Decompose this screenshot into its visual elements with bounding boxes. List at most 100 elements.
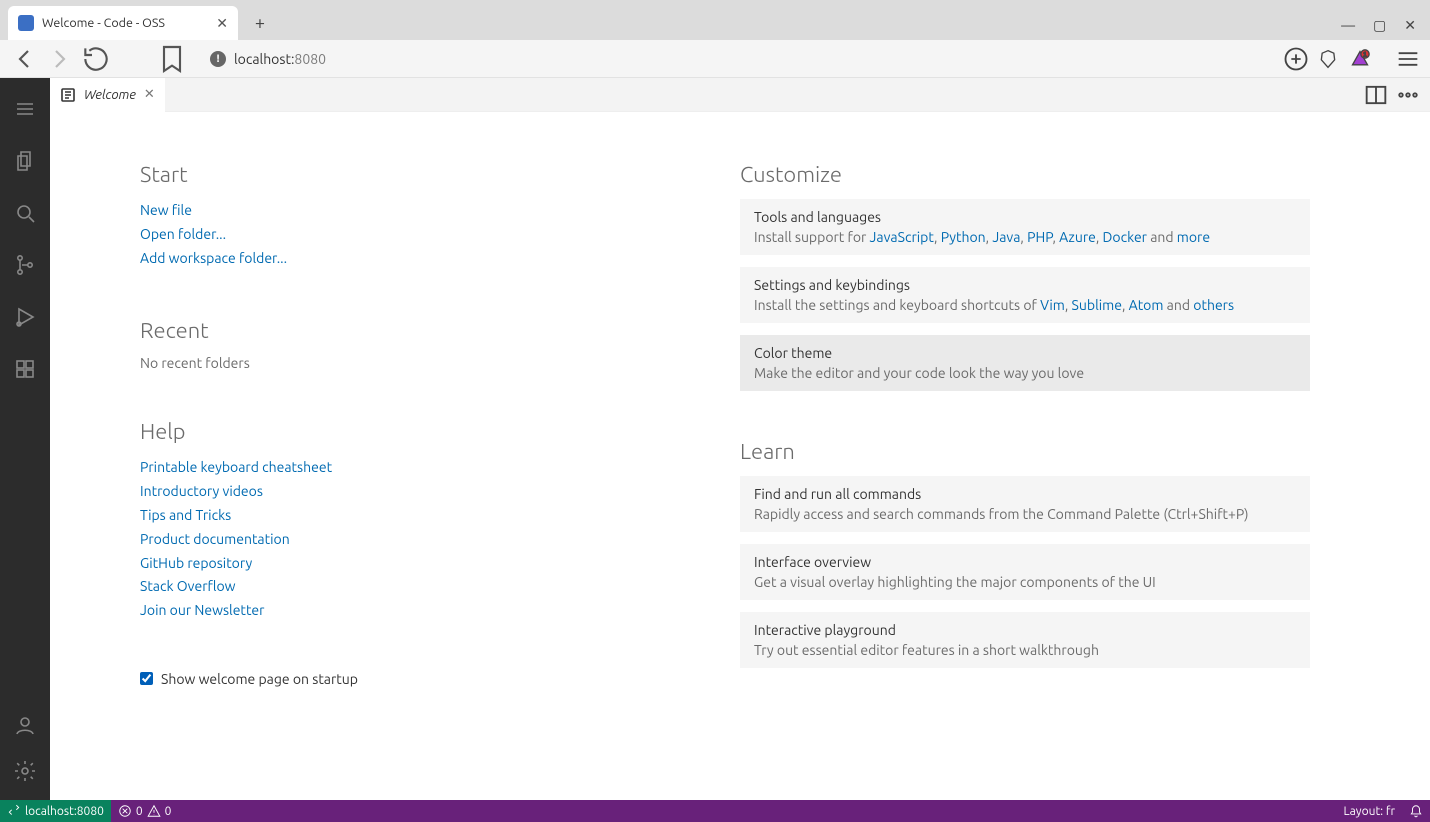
color-theme-card[interactable]: Color theme Make the editor and your cod… <box>740 335 1310 391</box>
show-welcome-checkbox[interactable] <box>140 672 153 685</box>
browser-tab[interactable]: Welcome - Code - OSS ✕ <box>8 6 238 40</box>
activity-bar-bottom <box>0 702 50 800</box>
theme-title: Color theme <box>754 345 1296 361</box>
remote-label: localhost:8080 <box>25 805 104 818</box>
search-icon[interactable] <box>0 190 50 236</box>
editor-tabbar: Welcome ✕ <box>50 78 1430 112</box>
new-file-link[interactable]: New file <box>140 199 660 223</box>
welcome-tab-icon <box>60 87 76 103</box>
favicon-icon <box>18 15 34 31</box>
help-link-stackoverflow[interactable]: Stack Overflow <box>140 575 660 599</box>
browser-tab-title: Welcome - Code - OSS <box>42 16 165 30</box>
help-link-videos[interactable]: Introductory videos <box>140 480 660 504</box>
lang-php[interactable]: PHP <box>1027 229 1052 245</box>
status-bar: localhost:8080 0 0 Layout: fr <box>0 800 1430 822</box>
problems-indicator[interactable]: 0 0 <box>111 804 179 818</box>
show-welcome-startup[interactable]: Show welcome page on startup <box>140 671 660 687</box>
warnings-count: 0 <box>165 805 172 818</box>
help-heading: Help <box>140 419 660 444</box>
minimize-icon[interactable]: — <box>1341 17 1355 34</box>
overview-title: Interface overview <box>754 554 1296 570</box>
browser-menu-button[interactable] <box>1394 45 1422 73</box>
run-debug-icon[interactable] <box>0 294 50 340</box>
playground-desc: Try out essential editor features in a s… <box>754 642 1296 658</box>
tools-title: Tools and languages <box>754 209 1296 225</box>
remote-indicator[interactable]: localhost:8080 <box>0 800 111 822</box>
recent-section: Recent No recent folders <box>140 318 660 371</box>
theme-desc: Make the editor and your code look the w… <box>754 365 1296 381</box>
source-control-icon[interactable] <box>0 242 50 288</box>
accounts-icon[interactable] <box>0 702 50 748</box>
app-menu-button[interactable] <box>0 86 50 132</box>
help-link-docs[interactable]: Product documentation <box>140 528 660 552</box>
browser-toolbar: ! localhost:8080 1 <box>0 40 1430 78</box>
lang-docker[interactable]: Docker <box>1103 229 1147 245</box>
interface-overview-card[interactable]: Interface overview Get a visual overlay … <box>740 544 1310 600</box>
find-commands-card[interactable]: Find and run all commands Rapidly access… <box>740 476 1310 532</box>
settings-title: Settings and keybindings <box>754 277 1296 293</box>
cmd-desc: Rapidly access and search commands from … <box>754 506 1296 522</box>
bookmark-button[interactable] <box>156 43 188 75</box>
start-section: Start New file Open folder... Add worksp… <box>140 162 660 270</box>
address-bar[interactable]: ! localhost:8080 <box>202 44 1268 74</box>
brave-rewards-icon[interactable]: 1 <box>1346 45 1374 73</box>
help-link-newsletter[interactable]: Join our Newsletter <box>140 599 660 623</box>
address-port: 8080 <box>294 51 326 67</box>
playground-title: Interactive playground <box>754 622 1296 638</box>
overview-desc: Get a visual overlay highlighting the ma… <box>754 574 1296 590</box>
tools-languages-card[interactable]: Tools and languages Install support for … <box>740 199 1310 255</box>
help-link-github[interactable]: GitHub repository <box>140 552 660 576</box>
back-button[interactable] <box>8 43 40 75</box>
extensions-icon[interactable] <box>0 346 50 392</box>
activity-bar <box>0 78 50 800</box>
editor-tab-close-icon[interactable]: ✕ <box>144 87 155 102</box>
forward-button[interactable] <box>44 43 76 75</box>
welcome-page: Start New file Open folder... Add worksp… <box>50 112 1430 800</box>
editor-tab-label: Welcome <box>84 88 136 102</box>
keymap-vim[interactable]: Vim <box>1040 297 1065 313</box>
lang-java[interactable]: Java <box>992 229 1020 245</box>
lang-azure[interactable]: Azure <box>1059 229 1096 245</box>
settings-gear-icon[interactable] <box>0 748 50 794</box>
address-host: localhost: <box>234 51 294 67</box>
reload-button[interactable] <box>80 43 112 75</box>
customize-heading: Customize <box>740 162 1310 187</box>
learn-section: Learn Find and run all commands Rapidly … <box>740 439 1310 668</box>
customize-section: Customize Tools and languages Install su… <box>740 162 1310 391</box>
close-window-icon[interactable]: ✕ <box>1404 17 1416 34</box>
recent-empty: No recent folders <box>140 355 660 371</box>
settings-desc: Install the settings and keyboard shortc… <box>754 297 1296 313</box>
editor-area: Welcome ✕ Start New file Open folder... … <box>50 78 1430 800</box>
maximize-icon[interactable]: ▢ <box>1373 17 1386 34</box>
open-folder-link[interactable]: Open folder... <box>140 223 660 247</box>
errors-count: 0 <box>136 805 143 818</box>
keymap-atom[interactable]: Atom <box>1129 297 1164 313</box>
explorer-icon[interactable] <box>0 138 50 184</box>
split-editor-icon[interactable] <box>1362 81 1390 109</box>
svg-text:1: 1 <box>1363 51 1367 58</box>
window-controls: — ▢ ✕ <box>1341 17 1430 40</box>
settings-keybindings-card[interactable]: Settings and keybindings Install the set… <box>740 267 1310 323</box>
help-link-cheatsheet[interactable]: Printable keyboard cheatsheet <box>140 456 660 480</box>
site-info-icon[interactable]: ! <box>210 51 226 67</box>
lang-python[interactable]: Python <box>941 229 986 245</box>
editor-tab-welcome[interactable]: Welcome ✕ <box>50 78 165 112</box>
close-tab-icon[interactable]: ✕ <box>216 15 228 32</box>
start-heading: Start <box>140 162 660 187</box>
layout-indicator[interactable]: Layout: fr <box>1337 804 1402 818</box>
tools-desc: Install support for JavaScript, Python, … <box>754 229 1296 245</box>
more-actions-icon[interactable] <box>1394 81 1422 109</box>
keymap-others[interactable]: others <box>1193 297 1234 313</box>
learn-heading: Learn <box>740 439 1310 464</box>
browser-tabstrip: Welcome - Code - OSS ✕ + — ▢ ✕ <box>0 0 1430 40</box>
lang-more[interactable]: more <box>1177 229 1210 245</box>
interactive-playground-card[interactable]: Interactive playground Try out essential… <box>740 612 1310 668</box>
notifications-icon[interactable] <box>1402 804 1430 818</box>
lang-js[interactable]: JavaScript <box>870 229 935 245</box>
brave-shields-icon[interactable] <box>1314 45 1342 73</box>
help-link-tips[interactable]: Tips and Tricks <box>140 504 660 528</box>
add-workspace-folder-link[interactable]: Add workspace folder... <box>140 247 660 271</box>
new-tab-button[interactable]: + <box>246 9 274 37</box>
add-bookmark-icon[interactable] <box>1282 45 1310 73</box>
keymap-sublime[interactable]: Sublime <box>1072 297 1122 313</box>
